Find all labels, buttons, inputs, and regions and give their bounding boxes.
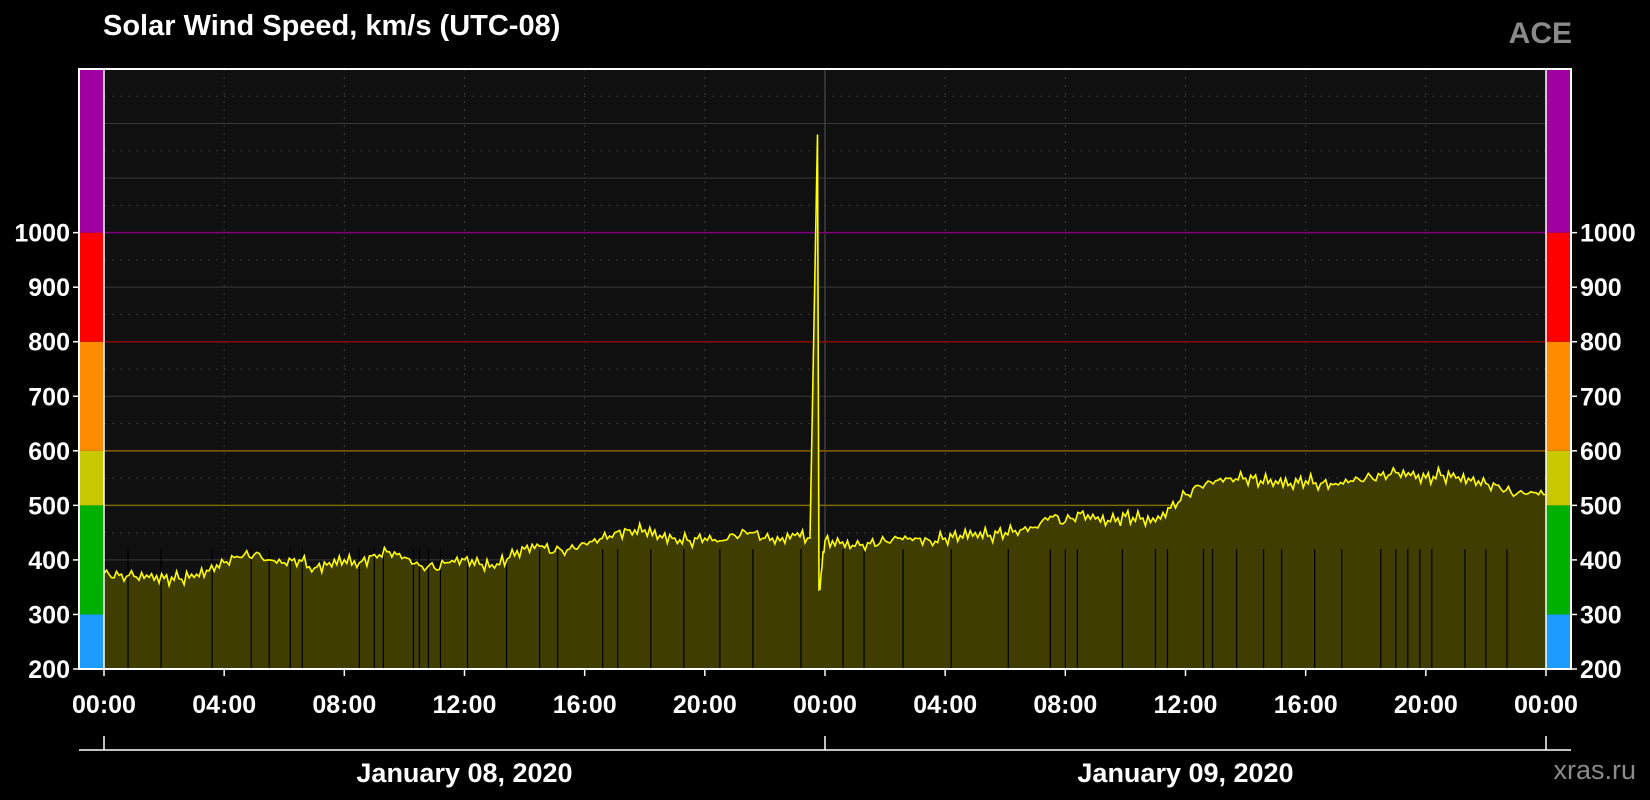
y-tick-label: 500 [28,492,70,520]
y-axis-right: 200 300 400 500 600 700 800 900 1000 [1571,220,1636,684]
x-tick-label: 08:00 [1033,691,1097,719]
x-axis: 00:00 04:00 08:00 12:00 16:00 20:00 00:00 04:00… [72,669,1578,719]
y-tick-label: 200 [1580,656,1622,684]
y-tick-label: 400 [1580,547,1622,575]
y-tick-label: 900 [28,274,70,302]
x-tick-label: 08:00 [312,691,376,719]
scale-band [1546,69,1571,233]
scale-band [1546,614,1571,669]
y-tick-label: 800 [1580,329,1622,357]
y-tick-label: 600 [28,438,70,466]
scale-band [79,505,104,615]
scale-band [79,450,104,506]
x-tick-label: 00:00 [72,691,136,719]
scale-band [79,232,104,342]
x-tick-label: 04:00 [192,691,256,719]
y-tick-label: 800 [28,329,70,357]
x-tick-label: 12:00 [1154,691,1218,719]
source-label: ACE [1508,17,1572,50]
credit-link[interactable]: xras.ru [1553,755,1636,786]
scale-bar-left [79,69,105,669]
y-tick-label: 600 [1580,438,1622,466]
y-tick-label: 1000 [1580,220,1636,248]
scale-band [1546,232,1571,342]
y-tick-label: 200 [28,656,70,684]
y-tick-label: 300 [1580,601,1622,629]
x-tick-label: 20:00 [673,691,737,719]
date-label: January 09, 2020 [1077,758,1293,788]
date-axis: January 08, 2020 January 09, 2020 [79,736,1571,788]
x-tick-label: 12:00 [433,691,497,719]
scale-band [1546,341,1571,451]
solar-wind-chart: 200 300 400 500 600 700 800 900 1000 200 300 400 50… [14,68,1636,788]
y-tick-label: 900 [1580,274,1622,302]
x-tick-label: 16:00 [553,691,617,719]
y-tick-label: 1000 [14,220,70,248]
x-tick-label: 00:00 [1514,691,1578,719]
y-axis-left: 200 300 400 500 600 700 800 900 1000 [14,220,79,684]
scale-band [79,69,104,233]
x-tick-label: 16:00 [1274,691,1338,719]
scale-band [1546,450,1571,506]
x-tick-label: 20:00 [1394,691,1458,719]
scale-band [79,614,104,669]
scale-band [79,341,104,451]
y-tick-label: 500 [1580,492,1622,520]
x-tick-label: 00:00 [793,691,857,719]
x-tick-label: 04:00 [913,691,977,719]
y-tick-label: 700 [1580,383,1622,411]
scale-band [1546,505,1571,615]
scale-bar-right [1545,69,1571,669]
chart-title: Solar Wind Speed, km/s (UTC-08) [103,10,561,42]
y-tick-label: 700 [28,383,70,411]
y-tick-label: 300 [28,601,70,629]
date-label: January 08, 2020 [356,758,572,788]
y-tick-label: 400 [28,547,70,575]
